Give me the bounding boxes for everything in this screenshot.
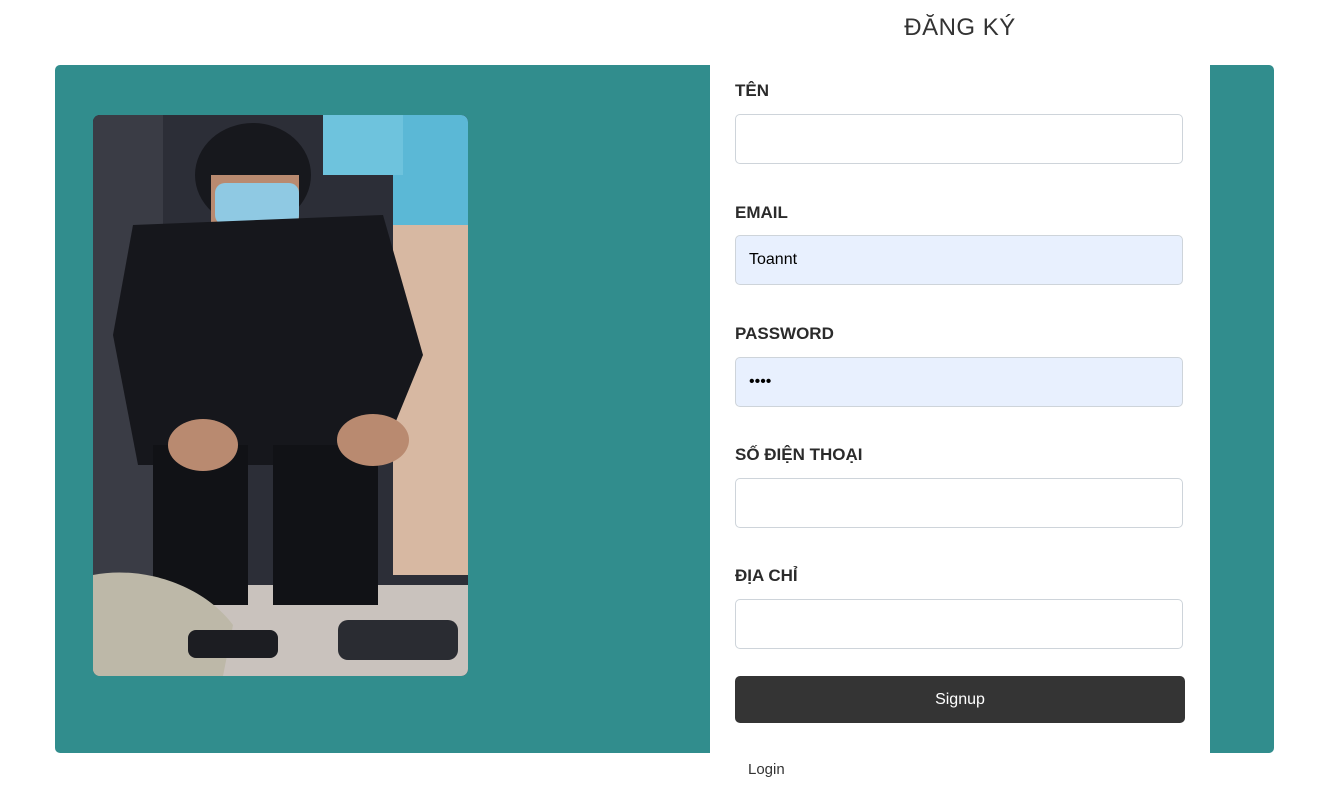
password-label: PASSWORD: [735, 324, 834, 343]
user-photo: [93, 115, 468, 676]
phone-label: SỐ ĐIỆN THOẠI: [735, 445, 863, 464]
login-link[interactable]: Login: [748, 761, 785, 778]
page-title: ĐĂNG KÝ: [904, 14, 1016, 41]
email-label: EMAIL: [735, 203, 788, 222]
name-field[interactable]: [735, 114, 1183, 164]
signup-form: TÊN EMAIL PASSWORD SỐ ĐIỆN THOẠI ĐỊA CHỈ…: [710, 65, 1210, 799]
name-label: TÊN: [735, 81, 769, 100]
phone-field[interactable]: [735, 478, 1183, 528]
address-field[interactable]: [735, 599, 1183, 649]
address-label: ĐỊA CHỈ: [735, 566, 798, 585]
signup-button[interactable]: Signup: [735, 676, 1185, 723]
email-field[interactable]: [735, 235, 1183, 285]
password-field[interactable]: [735, 357, 1183, 407]
